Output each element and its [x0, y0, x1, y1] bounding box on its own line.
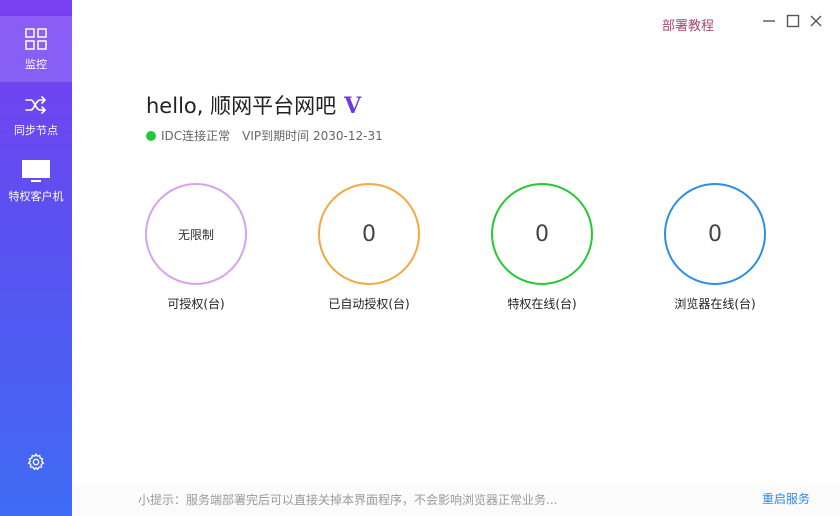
idc-status-text: IDC连接正常 — [161, 129, 231, 143]
minimize-icon — [762, 13, 776, 32]
stat-ring: 0 — [664, 183, 766, 285]
sidebar-item-label: 特权客户机 — [8, 190, 64, 203]
footer-bar: 小提示：服务端部署完后可以直接关掉本界面程序，不会影响浏览器正常业务... 重启… — [72, 484, 840, 516]
tip-text: 小提示：服务端部署完后可以直接关掉本界面程序，不会影响浏览器正常业务... — [138, 493, 558, 507]
stat-value: 0 — [708, 221, 722, 247]
shuffle-icon — [24, 92, 48, 118]
vip-expiry-text: VIP到期时间 2030-12-31 — [242, 129, 383, 143]
stat-ring: 0 — [318, 183, 420, 285]
greeting: hello, 顺网平台网吧 V — [146, 90, 361, 120]
stat-ring: 无限制 — [145, 183, 247, 285]
close-icon — [809, 13, 823, 32]
sidebar: 监控 同步节点 特权客户机 — [0, 0, 72, 516]
stat-authorizable: 无限制 可授权(台) — [126, 183, 266, 312]
sidebar-item-sync-nodes[interactable]: 同步节点 — [0, 82, 72, 148]
sidebar-item-monitor[interactable]: 监控 — [0, 16, 72, 82]
gear-icon — [26, 452, 46, 476]
sidebar-item-privileged-clients[interactable]: 特权客户机 — [0, 148, 72, 214]
restart-service-link[interactable]: 重启服务 — [762, 490, 810, 507]
stat-value: 0 — [362, 221, 376, 247]
maximize-icon — [786, 13, 800, 32]
stat-caption: 已自动授权(台) — [328, 297, 410, 311]
monitor-icon — [21, 158, 51, 184]
minimize-button[interactable] — [761, 14, 777, 30]
vip-badge: V — [344, 93, 362, 119]
stat-auto-authorized: 0 已自动授权(台) — [299, 183, 439, 312]
app-window: 监控 同步节点 特权客户机 部署教程 hello, 顺网平台网吧 V IDC连接… — [0, 0, 840, 516]
stat-value: 无限制 — [177, 227, 214, 242]
sidebar-item-label: 监控 — [25, 58, 47, 71]
settings-button[interactable] — [22, 452, 50, 476]
deployment-tutorial-link[interactable]: 部署教程 — [662, 15, 714, 34]
status-dot-icon — [146, 130, 156, 141]
close-button[interactable] — [808, 14, 824, 30]
sidebar-item-label: 同步节点 — [14, 124, 58, 137]
maximize-button[interactable] — [785, 14, 801, 30]
stat-caption: 浏览器在线(台) — [674, 297, 756, 311]
stat-value: 0 — [535, 221, 549, 247]
greeting-text: hello, 顺网平台网吧 — [146, 94, 337, 118]
stat-ring: 0 — [491, 183, 593, 285]
stat-caption: 特权在线(台) — [507, 297, 577, 311]
stat-privileged-online: 0 特权在线(台) — [472, 183, 612, 312]
stat-browser-online: 0 浏览器在线(台) — [645, 183, 785, 312]
stat-caption: 可授权(台) — [167, 297, 225, 311]
grid-icon — [24, 26, 48, 52]
connection-status: IDC连接正常 VIP到期时间 2030-12-31 — [146, 127, 383, 144]
